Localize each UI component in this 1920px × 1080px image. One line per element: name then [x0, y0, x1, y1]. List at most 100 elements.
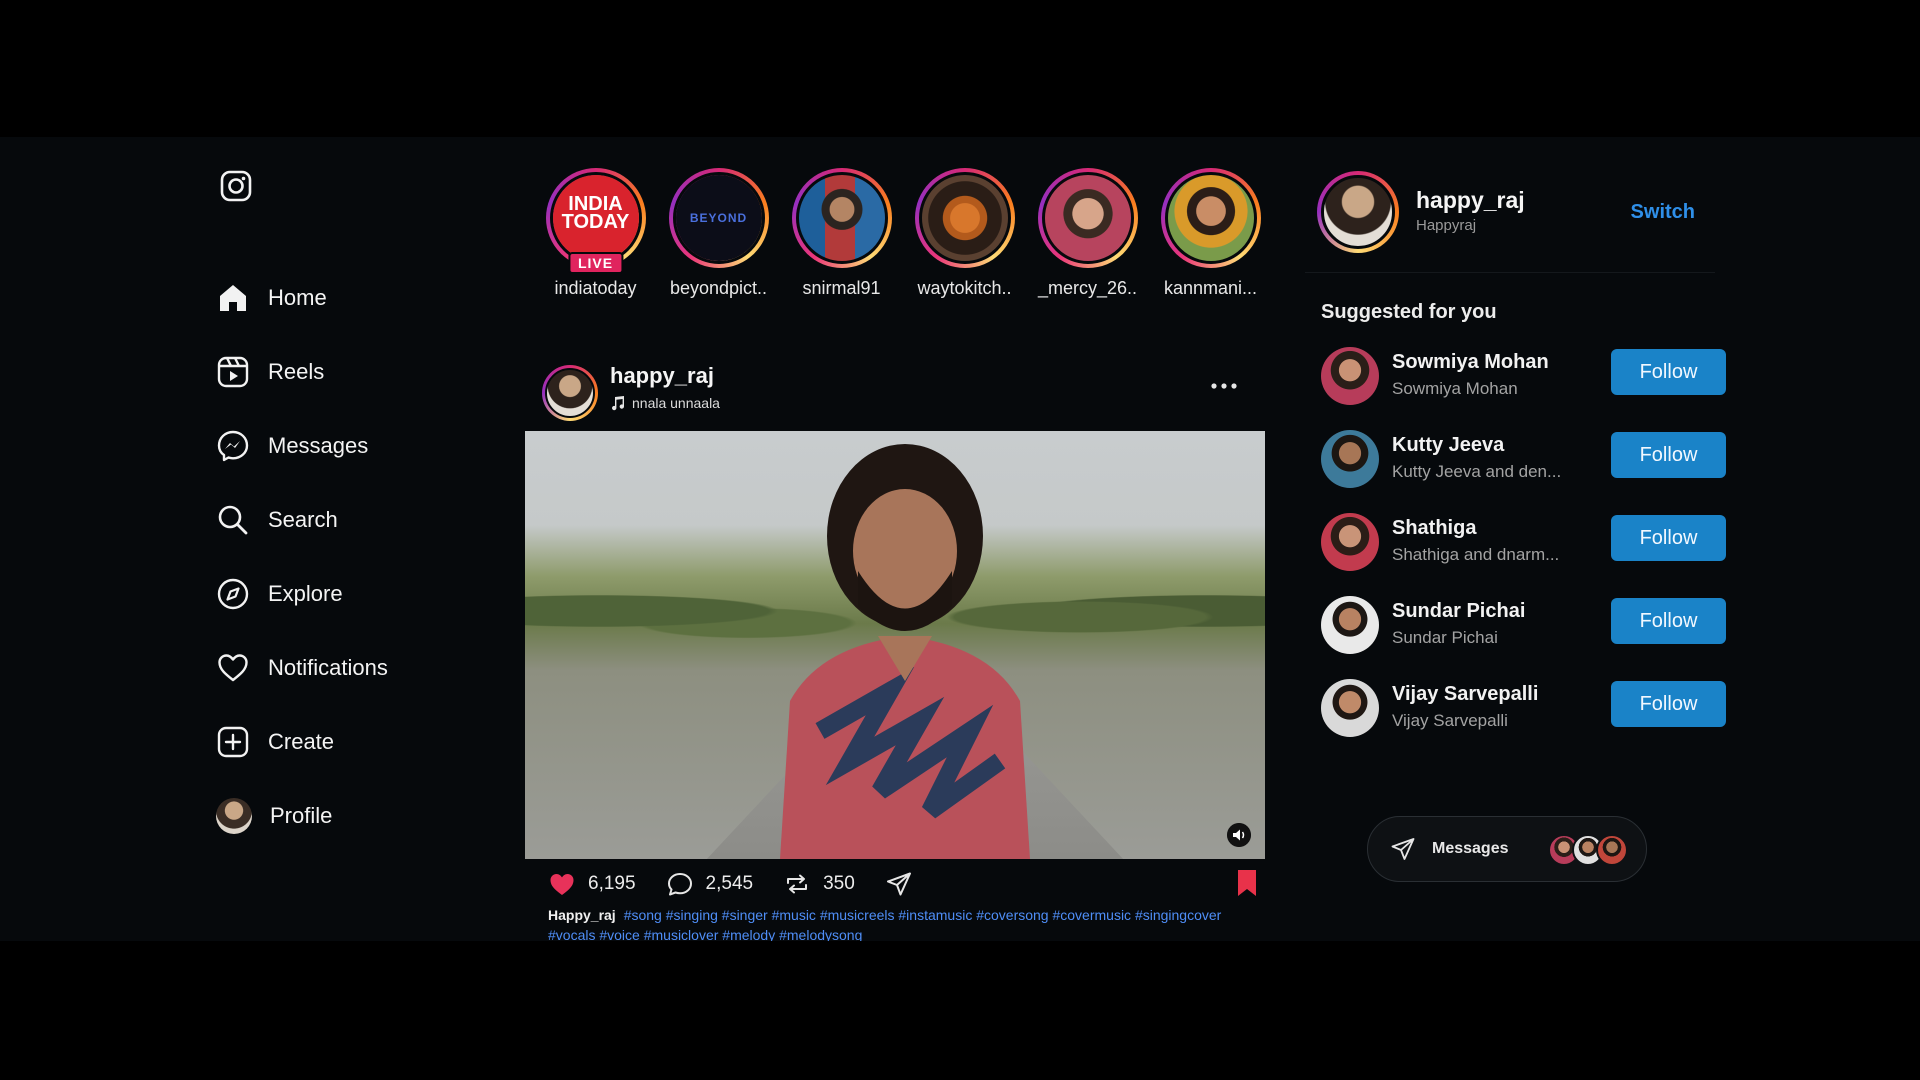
story-username: waytokitch..	[917, 278, 1012, 298]
heart-icon	[218, 654, 248, 682]
nav-item-explore[interactable]: Explore	[216, 557, 496, 631]
switch-account-link[interactable]: Switch	[1631, 201, 1695, 224]
story-ring	[914, 168, 1015, 268]
song-title: nnala unnaala	[632, 395, 720, 411]
follow-button[interactable]: Follow	[1611, 349, 1726, 395]
messages-avatars	[1548, 834, 1628, 866]
nav-label-notifications: Notifications	[268, 655, 388, 680]
account-username[interactable]: happy_raj	[1416, 187, 1525, 214]
compass-icon	[217, 578, 249, 610]
avatar[interactable]	[1321, 430, 1379, 488]
avatar	[216, 798, 252, 834]
suggestion-subtitle: Shathiga and dnarm...	[1392, 545, 1560, 564]
suggestion-subtitle: Sowmiya Mohan	[1392, 379, 1518, 398]
suggestions-title: Suggested for you	[1321, 301, 1497, 323]
send-icon	[1391, 838, 1415, 860]
story-item[interactable]: INDIA TODAY LIVE indiatoday	[534, 168, 657, 299]
heart-icon	[550, 874, 574, 895]
divider	[1305, 272, 1715, 273]
repost-icon	[787, 874, 808, 894]
suggestion-item: Sowmiya Mohan Sowmiya Mohan Follow	[1321, 347, 1726, 430]
suggestion-name[interactable]: Vijay Sarvepalli	[1392, 683, 1538, 706]
more-options-icon[interactable]	[1210, 381, 1238, 391]
follow-button[interactable]: Follow	[1611, 515, 1726, 561]
messages-pill[interactable]: Messages	[1367, 816, 1647, 882]
nav-label-reels: Reels	[268, 359, 325, 384]
nav-item-create[interactable]: Create	[216, 705, 496, 779]
post-audio[interactable]: nnala unnaala	[610, 395, 720, 411]
instagram-app: Home Reels Messages Search Explore Notif…	[0, 137, 1920, 941]
suggestion-name[interactable]: Kutty Jeeva	[1392, 434, 1504, 457]
suggestion-item: Vijay Sarvepalli Vijay Sarvepalli Follow	[1321, 679, 1726, 762]
nav-label-search: Search	[268, 507, 338, 532]
avatar	[545, 368, 595, 418]
post-avatar-ring[interactable]	[542, 365, 598, 421]
story-item[interactable]: BEYOND beyondpict..	[657, 168, 780, 299]
account-avatar-ring[interactable]	[1317, 171, 1399, 253]
caption-username[interactable]: Happy_raj	[548, 907, 616, 923]
nav-item-home[interactable]: Home	[216, 261, 496, 335]
suggestion-name[interactable]: Shathiga	[1392, 517, 1476, 540]
reels-icon	[217, 356, 249, 388]
nav-item-notifications[interactable]: Notifications	[216, 631, 496, 705]
post-username[interactable]: happy_raj	[610, 363, 714, 389]
nav-item-profile[interactable]: Profile	[216, 779, 496, 853]
story-thumbnail	[1164, 172, 1257, 264]
story-ring: BEYOND	[668, 168, 769, 268]
avatar[interactable]	[1321, 596, 1379, 654]
story-username: kannmani...	[1163, 278, 1258, 298]
like-button[interactable]: 6,195	[548, 870, 636, 898]
story-ring	[1160, 168, 1261, 268]
story-item[interactable]: kannmani...	[1149, 168, 1272, 299]
share-button[interactable]	[885, 870, 925, 898]
suggestion-subtitle: Kutty Jeeva and den...	[1392, 462, 1562, 481]
plus-square-icon	[217, 726, 249, 758]
story-username: beyondpict..	[669, 278, 768, 298]
story-username: indiatoday	[554, 278, 637, 298]
live-badge: LIVE	[567, 252, 624, 274]
suggestion-name[interactable]: Sowmiya Mohan	[1392, 351, 1549, 374]
repost-button[interactable]: 350	[783, 870, 855, 898]
story-thumbnail: INDIA TODAY	[549, 172, 642, 264]
nav-label-explore: Explore	[268, 581, 343, 606]
story-item[interactable]: waytokitch..	[903, 168, 1026, 299]
story-ring	[1037, 168, 1138, 268]
video-person	[780, 444, 1030, 859]
story-item[interactable]: _mercy_26..	[1026, 168, 1149, 299]
instagram-icon[interactable]	[220, 170, 252, 202]
suggestion-item: Sundar Pichai Sundar Pichai Follow	[1321, 596, 1726, 679]
nav-item-messages[interactable]: Messages	[216, 409, 496, 483]
story-ring	[791, 168, 892, 268]
nav-menu: Home Reels Messages Search Explore Notif…	[216, 261, 496, 853]
suggestions-list: Sowmiya Mohan Sowmiya Mohan Follow Kutty…	[1321, 347, 1726, 762]
speaker-icon[interactable]	[1227, 823, 1251, 847]
nav-label-home: Home	[268, 285, 327, 310]
repost-count: 350	[823, 873, 855, 894]
like-count: 6,195	[588, 873, 636, 894]
stories-bar: INDIA TODAY LIVE indiatoday BEYOND beyon…	[534, 168, 1272, 299]
suggestion-subtitle: Sundar Pichai	[1392, 628, 1498, 647]
nav-item-search[interactable]: Search	[216, 483, 496, 557]
suggestion-name[interactable]: Sundar Pichai	[1392, 600, 1525, 623]
right-panel: happy_raj Happyraj Switch Suggested for …	[1305, 137, 1726, 941]
messages-label: Messages	[1432, 840, 1509, 857]
follow-button[interactable]: Follow	[1611, 432, 1726, 478]
avatar[interactable]	[1321, 347, 1379, 405]
nav-label-create: Create	[268, 729, 335, 754]
follow-button[interactable]: Follow	[1611, 681, 1726, 727]
comment-button[interactable]: 2,545	[666, 870, 753, 898]
avatar[interactable]	[1321, 513, 1379, 571]
nav-item-reels[interactable]: Reels	[216, 335, 496, 409]
comment-icon	[667, 873, 692, 896]
avatar[interactable]	[1321, 679, 1379, 737]
suggestion-item: Kutty Jeeva Kutty Jeeva and den... Follo…	[1321, 430, 1726, 513]
story-item[interactable]: snirmal91	[780, 168, 903, 299]
story-thumbnail	[1041, 172, 1134, 264]
caption-hashtags[interactable]: #song #singing #singer #music #musicreel…	[548, 907, 1221, 941]
post-video[interactable]	[525, 431, 1265, 859]
follow-button[interactable]: Follow	[1611, 598, 1726, 644]
nav-label-messages: Messages	[268, 433, 369, 458]
suggestion-item: Shathiga Shathiga and dnarm... Follow	[1321, 513, 1726, 596]
post-caption: Happy_raj #song #singing #singer #music #…	[548, 905, 1268, 941]
bookmark-icon[interactable]	[1236, 869, 1258, 897]
